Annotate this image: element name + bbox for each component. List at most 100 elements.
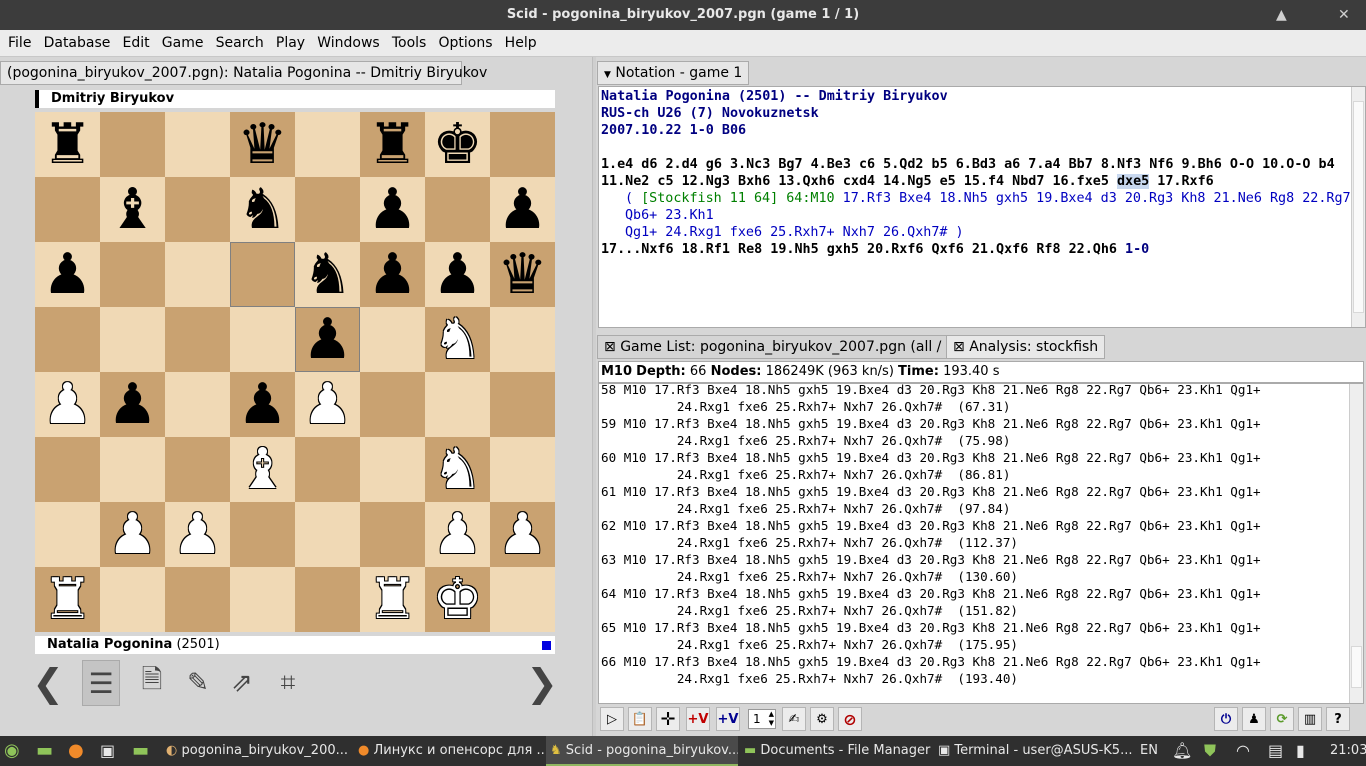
square-h5[interactable] xyxy=(490,307,555,372)
menu-file[interactable]: File xyxy=(0,30,31,57)
tab-game-list[interactable]: ⊠ Game List: pogonina_biryukov_2007.pgn … xyxy=(597,335,968,359)
notation-panel[interactable]: Natalia Pogonina (2501) -- Dmitriy Biryu… xyxy=(598,86,1366,328)
training-icon[interactable]: ♟ xyxy=(1242,707,1266,731)
engine-settings-icon[interactable]: ⚙ xyxy=(810,707,834,731)
square-c4[interactable] xyxy=(165,372,230,437)
add-all-variations-button[interactable]: +V xyxy=(716,707,740,731)
black-pawn-icon[interactable]: ♟ xyxy=(432,246,482,303)
notation-scrollbar[interactable] xyxy=(1351,87,1365,327)
square-d4[interactable]: ♟ xyxy=(230,372,295,437)
add-variation-button[interactable]: +V xyxy=(686,707,710,731)
square-e3[interactable] xyxy=(295,437,360,502)
square-g3[interactable]: ♞ xyxy=(425,437,490,502)
black-queen-icon[interactable]: ♛ xyxy=(237,116,287,173)
white-knight-icon[interactable]: ♞ xyxy=(432,311,482,368)
document-icon[interactable]: 🗎 xyxy=(134,660,170,706)
keyboard-layout[interactable]: EN xyxy=(1140,736,1166,766)
mainline-moves-3[interactable]: 17...Nxf6 18.Rf1 Re8 19.Nh5 gxh5 20.Rxf6… xyxy=(601,241,1363,258)
square-b4[interactable]: ♟ xyxy=(100,372,165,437)
update-shield-icon[interactable]: ⛊ xyxy=(1204,736,1226,766)
task-pgn-file[interactable]: ◐ pogonina_biryukov_200... xyxy=(160,736,350,766)
square-g8[interactable]: ♚ xyxy=(425,112,490,177)
square-d3[interactable]: ♝ xyxy=(230,437,295,502)
black-pawn-icon[interactable]: ♟ xyxy=(367,181,417,238)
square-a3[interactable] xyxy=(35,437,100,502)
terminal-launcher-icon[interactable]: ▣ xyxy=(100,736,126,766)
square-g2[interactable]: ♟ xyxy=(425,502,490,567)
square-h2[interactable]: ♟ xyxy=(490,502,555,567)
square-a1[interactable]: ♜ xyxy=(35,567,100,632)
square-a6[interactable]: ♟ xyxy=(35,242,100,307)
square-h8[interactable] xyxy=(490,112,555,177)
engine-info-icon[interactable]: ▥ xyxy=(1298,707,1322,731)
square-b2[interactable]: ♟ xyxy=(100,502,165,567)
square-g6[interactable]: ♟ xyxy=(425,242,490,307)
clipboard-tray-icon[interactable]: ▤ xyxy=(1268,736,1290,766)
menu-help[interactable]: Help xyxy=(497,30,537,57)
square-e6[interactable]: ♞ xyxy=(295,242,360,307)
notation-tab[interactable]: ▼ Notation - game 1 xyxy=(597,61,750,85)
lock-position-icon[interactable]: ⏻ xyxy=(1214,707,1238,731)
firefox-icon[interactable]: ● xyxy=(68,736,94,766)
square-b8[interactable] xyxy=(100,112,165,177)
white-pawn-icon[interactable]: ♟ xyxy=(432,506,482,563)
back-icon[interactable]: ❮ xyxy=(30,660,66,706)
square-f3[interactable] xyxy=(360,437,425,502)
black-rook-icon[interactable]: ♜ xyxy=(367,116,417,173)
black-pawn-icon[interactable]: ♟ xyxy=(107,376,157,433)
square-e7[interactable] xyxy=(295,177,360,242)
white-rook-icon[interactable]: ♜ xyxy=(367,571,417,628)
help-icon[interactable]: ? xyxy=(1326,707,1350,731)
square-d7[interactable]: ♞ xyxy=(230,177,295,242)
square-g1[interactable]: ♚ xyxy=(425,567,490,632)
notation-scroll-thumb[interactable] xyxy=(1353,101,1364,313)
square-h6[interactable]: ♛ xyxy=(490,242,555,307)
task-file-manager[interactable]: ▬ Documents - File Manager xyxy=(740,736,932,766)
clock[interactable]: 21:03 xyxy=(1330,736,1366,766)
menu-options[interactable]: Options xyxy=(431,30,493,57)
square-c7[interactable] xyxy=(165,177,230,242)
square-h1[interactable] xyxy=(490,567,555,632)
white-pawn-icon[interactable]: ♟ xyxy=(302,376,352,433)
tab-analysis[interactable]: ⊠ Analysis: stockfish xyxy=(946,335,1106,359)
square-a5[interactable] xyxy=(35,307,100,372)
white-pawn-icon[interactable]: ♟ xyxy=(172,506,222,563)
board-window-tab[interactable]: (pogonina_biryukov_2007.pgn): Natalia Po… xyxy=(0,61,487,85)
square-d2[interactable] xyxy=(230,502,295,567)
square-e2[interactable] xyxy=(295,502,360,567)
square-h4[interactable] xyxy=(490,372,555,437)
black-bishop-icon[interactable]: ♝ xyxy=(107,181,157,238)
battery-icon[interactable]: ▮ xyxy=(1296,736,1320,766)
square-f5[interactable] xyxy=(360,307,425,372)
forward-icon[interactable]: ❯ xyxy=(524,660,560,706)
notifications-icon[interactable]: 🔔︎ xyxy=(1172,736,1194,766)
white-bishop-icon[interactable]: ♝ xyxy=(237,441,287,498)
menu-tools[interactable]: Tools xyxy=(384,30,427,57)
square-e1[interactable] xyxy=(295,567,360,632)
square-h7[interactable]: ♟ xyxy=(490,177,555,242)
analysis-scrollbar[interactable] xyxy=(1349,384,1363,703)
square-b3[interactable] xyxy=(100,437,165,502)
variation-line-2[interactable]: Qg1+ 24.Rxg1 fxe6 25.Rxh7+ Nxh7 26.Qxh7#… xyxy=(601,224,1363,241)
analysis-scroll-thumb[interactable] xyxy=(1351,646,1362,688)
mainline-moves-1[interactable]: 1.e4 d6 2.d4 g6 3.Nc3 Bg7 4.Be3 c6 5.Qd2… xyxy=(601,156,1363,173)
white-rook-icon[interactable]: ♜ xyxy=(42,571,92,628)
show-desktop-icon[interactable]: ▬ xyxy=(36,736,62,766)
flip-board-icon[interactable]: ⇗ xyxy=(224,660,260,706)
current-move[interactable]: dxe5 xyxy=(1116,174,1150,189)
task-scid[interactable]: ♞ Scid - pogonina_biryukov... xyxy=(546,736,738,766)
square-f1[interactable]: ♜ xyxy=(360,567,425,632)
square-d6[interactable] xyxy=(230,242,295,307)
square-b7[interactable]: ♝ xyxy=(100,177,165,242)
task-browser[interactable]: ● Линукс и опенсорс для ... xyxy=(352,736,544,766)
square-g4[interactable] xyxy=(425,372,490,437)
square-g7[interactable] xyxy=(425,177,490,242)
square-d1[interactable] xyxy=(230,567,295,632)
menu-edit[interactable]: Edit xyxy=(115,30,150,57)
black-king-icon[interactable]: ♚ xyxy=(432,116,482,173)
black-rook-icon[interactable]: ♜ xyxy=(42,116,92,173)
black-queen-icon[interactable]: ♛ xyxy=(497,246,547,303)
square-e4[interactable]: ♟ xyxy=(295,372,360,437)
square-c3[interactable] xyxy=(165,437,230,502)
square-a8[interactable]: ♜ xyxy=(35,112,100,177)
